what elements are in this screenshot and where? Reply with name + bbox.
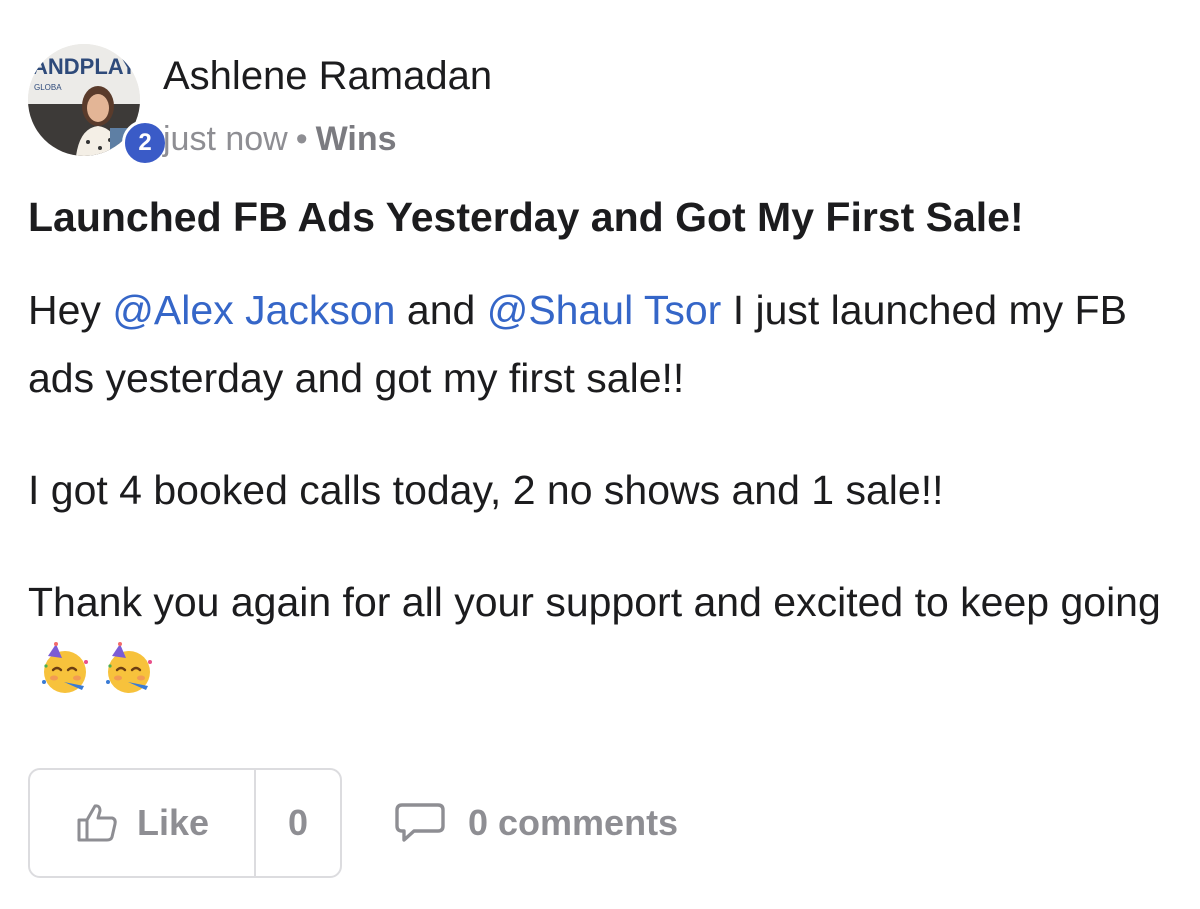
post-card: ANDPLAY GLOBA 2 Ashlene Ramadan just now… xyxy=(0,0,1200,909)
avatar-logo-text: ANDPLAY xyxy=(32,54,137,79)
like-count: 0 xyxy=(287,802,309,843)
thumbs-up-icon xyxy=(77,804,117,842)
comment-icon xyxy=(395,803,445,842)
partying-face-emoji xyxy=(106,642,152,693)
post-body: Hey @Alex Jackson and @Shaul Tsor I just… xyxy=(28,276,1168,748)
post-paragraph-1: Hey @Alex Jackson and @Shaul Tsor I just… xyxy=(28,276,1168,412)
like-button[interactable]: Like xyxy=(30,770,256,876)
post-header: ANDPLAY GLOBA 2 Ashlene Ramadan just now… xyxy=(28,44,1128,166)
post-category[interactable]: Wins xyxy=(316,120,397,158)
author-name[interactable]: Ashlene Ramadan xyxy=(163,54,492,99)
partying-face-emoji xyxy=(42,642,88,693)
text-segment: Thank you again for all your support and… xyxy=(28,579,1161,625)
post-meta: just now • Wins xyxy=(163,120,397,159)
comments-button[interactable]: 0 comments xyxy=(394,768,678,878)
like-box: Like 0 xyxy=(28,768,342,878)
text-segment: Hey xyxy=(28,287,113,333)
post-actions: Like 0 0 comments xyxy=(28,768,1128,878)
like-label: Like xyxy=(136,802,210,843)
post-paragraph-3: Thank you again for all your support and… xyxy=(28,568,1168,704)
level-badge: 2 xyxy=(122,120,168,166)
post-paragraph-2: I got 4 booked calls today, 2 no shows a… xyxy=(28,467,944,513)
text-segment: and xyxy=(395,287,487,333)
mention-shaul-tsor[interactable]: @Shaul Tsor xyxy=(487,287,722,333)
avatar-wrap[interactable]: ANDPLAY GLOBA 2 xyxy=(28,44,168,166)
post-title: Launched FB Ads Yesterday and Got My Fir… xyxy=(28,194,1024,240)
post-time: just now xyxy=(163,120,288,158)
meta-separator: • xyxy=(295,120,308,158)
comments-label: 0 comments xyxy=(468,802,679,843)
mention-alex-jackson[interactable]: @Alex Jackson xyxy=(112,287,395,333)
avatar-logo-subtext: GLOBA xyxy=(34,83,62,92)
